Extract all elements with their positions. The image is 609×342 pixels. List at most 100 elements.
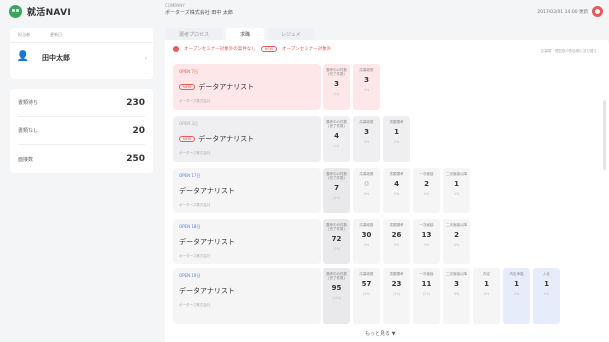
- stage-cell[interactable]: 内定 1 0%: [473, 268, 500, 324]
- job-open-days: OPEN 3日: [179, 121, 198, 126]
- header-status: 2017/03/01 14:00 更新: [537, 6, 603, 17]
- stage-label: 選考中の件数 (完了件数): [326, 120, 347, 129]
- stage-label: 書類選考: [389, 272, 404, 276]
- new-badge: NEW: [179, 136, 196, 142]
- job-title-row: データアナリスト: [179, 286, 315, 296]
- stage-cell[interactable]: 内定承諾 1 0%: [503, 268, 530, 324]
- stage-sub: 0%: [513, 292, 520, 297]
- stage-cell[interactable]: 応募総数 3 0%: [353, 64, 380, 110]
- stat-row[interactable]: 書類なし 20: [18, 117, 145, 145]
- stage-count: 7: [334, 184, 339, 193]
- stage-cell[interactable]: 書類選考 23 (70): [383, 268, 410, 324]
- stage-cell[interactable]: 一次面接 2 0%: [413, 168, 440, 213]
- stage-cell[interactable]: 二次面接以降 1 0%: [443, 168, 470, 213]
- company-info: COMPANY ポーターズ株式会社 田中 太郎: [165, 3, 233, 16]
- stat-label: 書類なし: [18, 128, 39, 134]
- user-card[interactable]: 担当者 更新日 👤 田中太郎 ›: [10, 28, 153, 79]
- stage-label: 選考中の件数 (完了件数): [326, 272, 347, 281]
- stage-label: 一次面接: [419, 172, 434, 176]
- stage-cell[interactable]: 選考中の件数 (完了件数) 7 (15): [323, 168, 350, 213]
- user-card-col1: 担当者: [18, 32, 30, 37]
- app-logo[interactable]: 就活NAVI: [9, 5, 71, 18]
- updated-datetime: 2017/03/01 14:00 更新: [537, 9, 588, 15]
- alert-icon: [173, 46, 179, 52]
- job-open-days: OPEN 17日: [179, 173, 201, 178]
- stage-cell[interactable]: 選考中の件数 (完了件数) 3 (0): [323, 64, 350, 110]
- job-title-row: データアナリスト: [179, 237, 315, 247]
- stage-label: 書類選考: [389, 172, 404, 176]
- stage-count: 3: [364, 128, 369, 137]
- job-title-row: データアナリスト: [179, 186, 315, 196]
- stage-label: 応募総数: [359, 223, 374, 227]
- stage-count: 11: [421, 280, 432, 289]
- stage-cell[interactable]: 選考中の件数 (完了件数) 4 (0): [323, 116, 350, 162]
- filter-pill: NEW: [260, 46, 278, 52]
- stage-sub: 0%: [393, 192, 400, 197]
- filter-alert[interactable]: オープンセミナー対象外の案件なし: [184, 46, 256, 52]
- stage-sub: 0%: [453, 192, 460, 197]
- stage-label: 応募総数: [359, 120, 374, 124]
- stage-label: 一次面接: [419, 272, 434, 276]
- stage-sub: 0%: [423, 243, 430, 248]
- stat-row[interactable]: 面接数 250: [18, 145, 145, 173]
- stage-count: 1: [544, 280, 549, 289]
- job-open-days: OPEN 18日: [179, 224, 201, 229]
- filter-bar: オープンセミナー対象外の案件なし NEW オープンセミナー対象外: [173, 46, 331, 52]
- stage-cell[interactable]: 応募総数 0 0%: [353, 168, 380, 213]
- company-name: ポーターズ株式会社 田中 太郎: [165, 10, 233, 16]
- stage-cell[interactable]: 入社 1 0%: [533, 268, 560, 324]
- user-card-col2: 更新日: [50, 32, 62, 37]
- stage-sub: 0%: [453, 243, 460, 248]
- user-name: 田中太郎: [42, 54, 70, 62]
- job-summary[interactable]: OPEN 3日 NEW データアナリスト ポーターズ株式会社: [173, 116, 321, 162]
- stage-cell[interactable]: 選考中の件数 (完了件数) 95 (100): [323, 268, 350, 324]
- stage-cell[interactable]: 二次面接以降 2 0%: [443, 219, 470, 264]
- stage-count: 2: [454, 231, 459, 240]
- stage-cell[interactable]: 応募総数 3 0%: [353, 116, 380, 162]
- stage-label: 選考中の件数 (完了件数): [326, 172, 347, 181]
- notification-icon[interactable]: [592, 6, 603, 17]
- stage-sub: 0%: [423, 192, 430, 197]
- logo-icon: [9, 5, 22, 18]
- stage-count: 57: [361, 280, 372, 289]
- stage-count: 1: [484, 280, 489, 289]
- stage-label: 内定承諾: [509, 272, 524, 276]
- stage-count: 1: [394, 128, 399, 137]
- stage-cell[interactable]: 応募総数 30 0%: [353, 219, 380, 264]
- main-panel: オープンセミナー対象外の案件なし NEW オープンセミナー対象外 応募数・閲覧数…: [165, 40, 609, 342]
- show-more-button[interactable]: もっと見る ▼: [365, 330, 395, 337]
- chevron-right-icon[interactable]: ›: [145, 55, 147, 62]
- job-open-days: OPEN 7日: [179, 69, 198, 74]
- logo-text: 就活NAVI: [27, 8, 72, 18]
- stage-label: 応募総数: [359, 272, 374, 276]
- job-summary[interactable]: OPEN 18日 データアナリスト ポーターズ株式会社: [173, 219, 321, 264]
- job-summary[interactable]: OPEN 17日 データアナリスト ポーターズ株式会社: [173, 168, 321, 213]
- stage-cell[interactable]: 書類選考 4 0%: [383, 168, 410, 213]
- stage-cell[interactable]: 二次面接以降 3 0%: [443, 268, 470, 324]
- stage-sub: 0%: [393, 243, 400, 248]
- stage-label: 二次面接以降: [446, 172, 467, 176]
- stage-count: 23: [391, 280, 402, 289]
- filter-text[interactable]: オープンセミナー対象外: [282, 46, 331, 52]
- job-title: データアナリスト: [179, 238, 235, 246]
- sort-link[interactable]: 応募数・閲覧数の割合順に並び替え: [541, 49, 597, 54]
- job-title: データアナリスト: [198, 135, 255, 143]
- stage-cell[interactable]: 書類選考 1 0%: [383, 116, 410, 162]
- stage-cell[interactable]: 応募総数 57 (50): [353, 268, 380, 324]
- stage-label: 書類選考: [389, 223, 404, 227]
- job-summary[interactable]: OPEN 19日 データアナリスト ポーターズ株式会社: [173, 268, 321, 324]
- stage-cell[interactable]: 一次面接 13 0%: [413, 219, 440, 264]
- stage-sub: 0%: [393, 140, 400, 145]
- stage-sub: 0%: [363, 88, 370, 93]
- stage-label: 選考中の件数 (完了件数): [326, 68, 347, 77]
- scrollbar[interactable]: [603, 100, 606, 170]
- stage-cell[interactable]: 選考中の件数 (完了件数) 72 (30): [323, 219, 350, 264]
- job-summary[interactable]: OPEN 7日 NEW データアナリスト ポーターズ株式会社: [173, 64, 321, 110]
- stage-cell[interactable]: 一次面接 11 (22): [413, 268, 440, 324]
- stat-row[interactable]: 書類待ち 230: [18, 89, 145, 117]
- stats-panel: 書類待ち 230 書類なし 20 面接数 250: [10, 89, 153, 173]
- user-avatar-icon: 👤: [16, 51, 30, 62]
- stage-sub: (30): [332, 247, 341, 252]
- stage-label: 選考中の件数 (完了件数): [326, 223, 347, 232]
- stage-cell[interactable]: 書類選考 26 0%: [383, 219, 410, 264]
